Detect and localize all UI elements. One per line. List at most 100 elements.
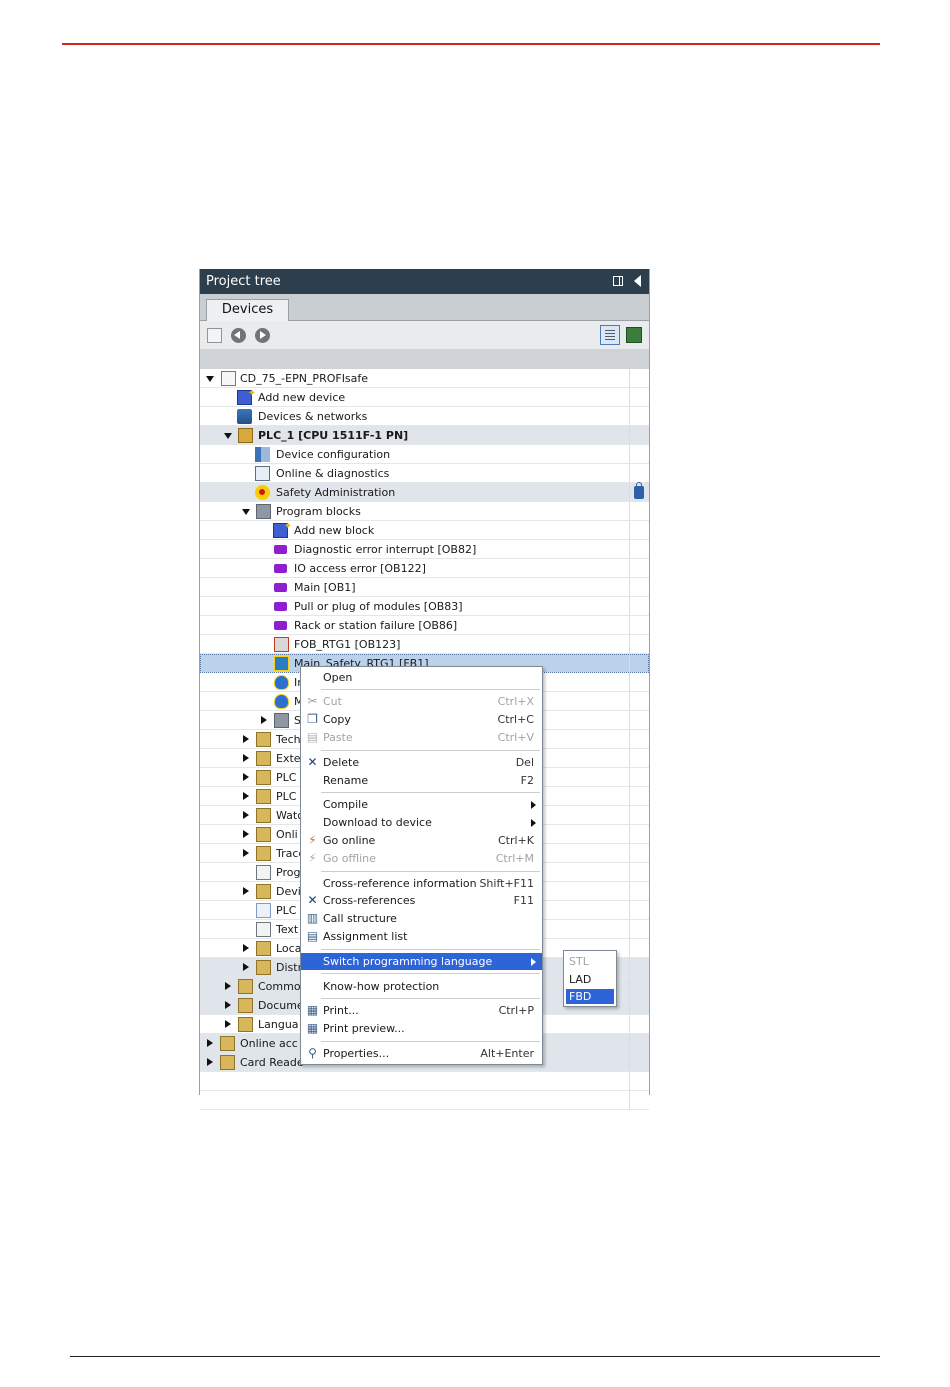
ob-block-icon [274,602,287,611]
expand-arrow-icon[interactable] [243,849,249,857]
tree-label: Online & diagnostics [276,467,390,480]
forward-arrow-icon[interactable] [255,328,270,343]
menu-shortcut: Ctrl+P [498,1004,534,1017]
tree-label: Devices & networks [258,410,368,423]
expand-arrow-icon[interactable] [225,982,231,990]
menu-shortcut: Ctrl+M [495,852,534,865]
expand-arrow-icon[interactable] [225,1020,231,1028]
expand-arrow-icon[interactable] [225,1001,231,1009]
new-group-icon[interactable] [207,328,222,343]
tree-row-add-new-device[interactable]: Add new device [200,384,649,407]
tree-label: Docume [258,999,304,1012]
ob-block-icon [274,564,287,573]
menu-label: Compile [323,798,368,811]
tree-row-devices-networks[interactable]: Devices & networks [200,407,649,426]
expand-arrow-icon[interactable] [207,1039,213,1047]
tree-row-program-blocks[interactable]: Program blocks [200,502,649,521]
expand-arrow-icon[interactable] [206,376,214,382]
menu-item-go-offline[interactable]: ⚡ Go offline Ctrl+M [301,850,542,867]
folder-icon [256,941,271,956]
menu-item-cut[interactable]: ✂ Cut Ctrl+X [301,693,542,710]
menu-item-paste[interactable]: ▤ Paste Ctrl+V [301,729,542,746]
text-list-icon [256,922,271,937]
expand-arrow-icon[interactable] [224,433,232,439]
properties-icon: ⚲ [308,1046,317,1060]
menu-item-call-structure[interactable]: ▥ Call structure [301,910,542,927]
tree-row-device-configuration[interactable]: Device configuration [200,445,649,464]
split-view-icon[interactable] [613,276,623,286]
expand-arrow-icon[interactable] [243,773,249,781]
paste-icon: ▤ [306,730,319,744]
menu-item-print-preview[interactable]: ▦ Print preview... [301,1020,542,1037]
menu-item-print[interactable]: ▦ Print... Ctrl+P [301,1002,542,1019]
tree-label: Add new device [258,391,346,404]
menu-item-compile[interactable]: Compile [301,796,542,813]
tree-label: Exte [276,752,301,765]
tree-row-safety-administration[interactable]: Safety Administration [200,482,649,502]
submenu-item-stl[interactable]: STL [566,954,614,969]
menu-label: Paste [323,731,353,744]
back-arrow-icon[interactable] [231,328,246,343]
menu-item-rename[interactable]: Rename F2 [301,772,542,789]
tree-row-ob122[interactable]: IO access error [OB122] [200,559,649,578]
data-block-icon [274,675,289,690]
submenu-arrow-icon [531,801,536,809]
expand-arrow-icon[interactable] [243,887,249,895]
menu-item-switch-language[interactable]: Switch programming language [301,953,542,970]
menu-item-assignment-list[interactable]: ▤ Assignment list [301,928,542,945]
delete-x-icon: ✕ [307,755,318,769]
menu-separator [321,689,540,690]
go-online-icon: ⚡ [308,833,317,847]
tree-row-online-diagnostics[interactable]: Online & diagnostics [200,464,649,483]
tab-devices[interactable]: Devices [206,299,289,321]
expand-arrow-icon[interactable] [243,963,249,971]
overview-view-icon[interactable] [600,325,620,345]
menu-label: Rename [323,774,369,787]
expand-arrow-icon[interactable] [242,509,250,515]
menu-item-download[interactable]: Download to device [301,814,542,831]
tree-row-ob82[interactable]: Diagnostic error interrupt [OB82] [200,540,649,559]
tree-row-add-new-block[interactable]: Add new block [200,517,649,540]
menu-item-go-online[interactable]: ⚡ Go online Ctrl+K [301,832,542,849]
expand-arrow-icon[interactable] [243,830,249,838]
expand-arrow-icon[interactable] [243,792,249,800]
tree-toolbar [200,321,649,349]
ob-block-icon [274,621,287,630]
tree-row-ob1[interactable]: Main [OB1] [200,578,649,597]
panel-header: Project tree [200,269,649,294]
tree-label: Add new block [294,524,375,537]
menu-item-open[interactable]: Open [301,669,542,686]
expand-arrow-icon[interactable] [261,716,267,724]
menu-item-copy[interactable]: ❐ Copy Ctrl+C [301,711,542,728]
tree-row-ob86[interactable]: Rack or station failure [OB86] [200,616,649,635]
add-device-icon [237,384,256,405]
tree-label: Main [OB1] [294,581,356,594]
expand-arrow-icon[interactable] [243,735,249,743]
expand-arrow-icon[interactable] [243,811,249,819]
menu-item-knowhow-protection[interactable]: Know-how protection [301,978,542,995]
tree-row-ob83[interactable]: Pull or plug of modules [OB83] [200,597,649,616]
add-block-icon [273,517,292,538]
submenu-item-fbd[interactable]: FBD [566,989,614,1004]
menu-separator [321,949,540,950]
menu-separator [321,1041,540,1042]
menu-separator [321,998,540,999]
expand-arrow-icon[interactable] [207,1058,213,1066]
menu-shortcut: F2 [520,774,534,787]
tree-row-project[interactable]: CD_75_-EPN_PROFIsafe [200,369,649,388]
menu-item-xref-info[interactable]: Cross-reference information Shift+F11 [301,875,542,892]
menu-item-properties[interactable]: ⚲ Properties... Alt+Enter [301,1045,542,1062]
expand-arrow-icon[interactable] [243,754,249,762]
monitor-icon[interactable] [626,327,642,343]
tree-row-ob123[interactable]: FOB_RTG1 [OB123] [200,635,649,654]
collapse-panel-icon[interactable] [634,275,641,287]
folder-icon [256,808,271,823]
folder-icon [256,751,271,766]
submenu-item-lad[interactable]: LAD [566,972,614,987]
menu-item-delete[interactable]: ✕ Delete Del [301,754,542,771]
tree-row-plc[interactable]: PLC_1 [CPU 1511F-1 PN] [200,426,649,445]
expand-arrow-icon[interactable] [243,944,249,952]
copy-icon: ❐ [307,712,318,726]
bottom-rule [70,1356,880,1357]
menu-item-xrefs[interactable]: ✕ Cross-references F11 [301,892,542,909]
